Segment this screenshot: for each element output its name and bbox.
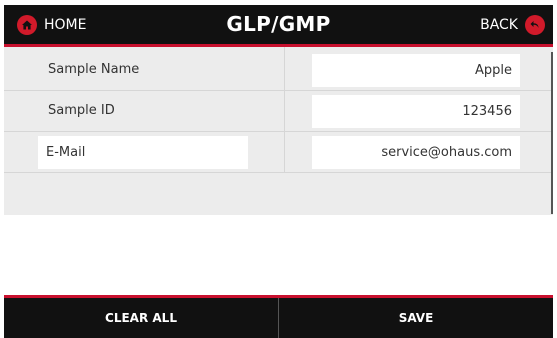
email-label-field[interactable]: E-Mail bbox=[38, 136, 248, 169]
scrollbar[interactable] bbox=[551, 52, 553, 214]
back-label: BACK bbox=[480, 16, 518, 33]
glp-form: Sample Name Apple Sample ID 123456 E-Mai… bbox=[4, 47, 553, 215]
clear-all-button[interactable]: CLEAR ALL bbox=[4, 298, 278, 338]
sample-id-row: Sample ID 123456 bbox=[4, 91, 553, 132]
email-row: E-Mail service@ohaus.com bbox=[4, 132, 553, 173]
header-bar: HOME GLP/GMP BACK bbox=[4, 5, 553, 44]
sample-id-value[interactable]: 123456 bbox=[312, 95, 520, 128]
back-button[interactable]: BACK bbox=[480, 5, 545, 44]
footer-bar: CLEAR ALL SAVE bbox=[4, 298, 553, 338]
back-arrow-icon bbox=[525, 14, 545, 35]
save-button[interactable]: SAVE bbox=[279, 298, 553, 338]
email-value[interactable]: service@ohaus.com bbox=[312, 136, 520, 169]
sample-name-value[interactable]: Apple bbox=[312, 54, 520, 87]
sample-name-label: Sample Name bbox=[48, 62, 140, 77]
sample-id-label: Sample ID bbox=[48, 103, 115, 118]
page-title: GLP/GMP bbox=[226, 12, 331, 36]
sample-name-row: Sample Name Apple bbox=[4, 50, 553, 91]
